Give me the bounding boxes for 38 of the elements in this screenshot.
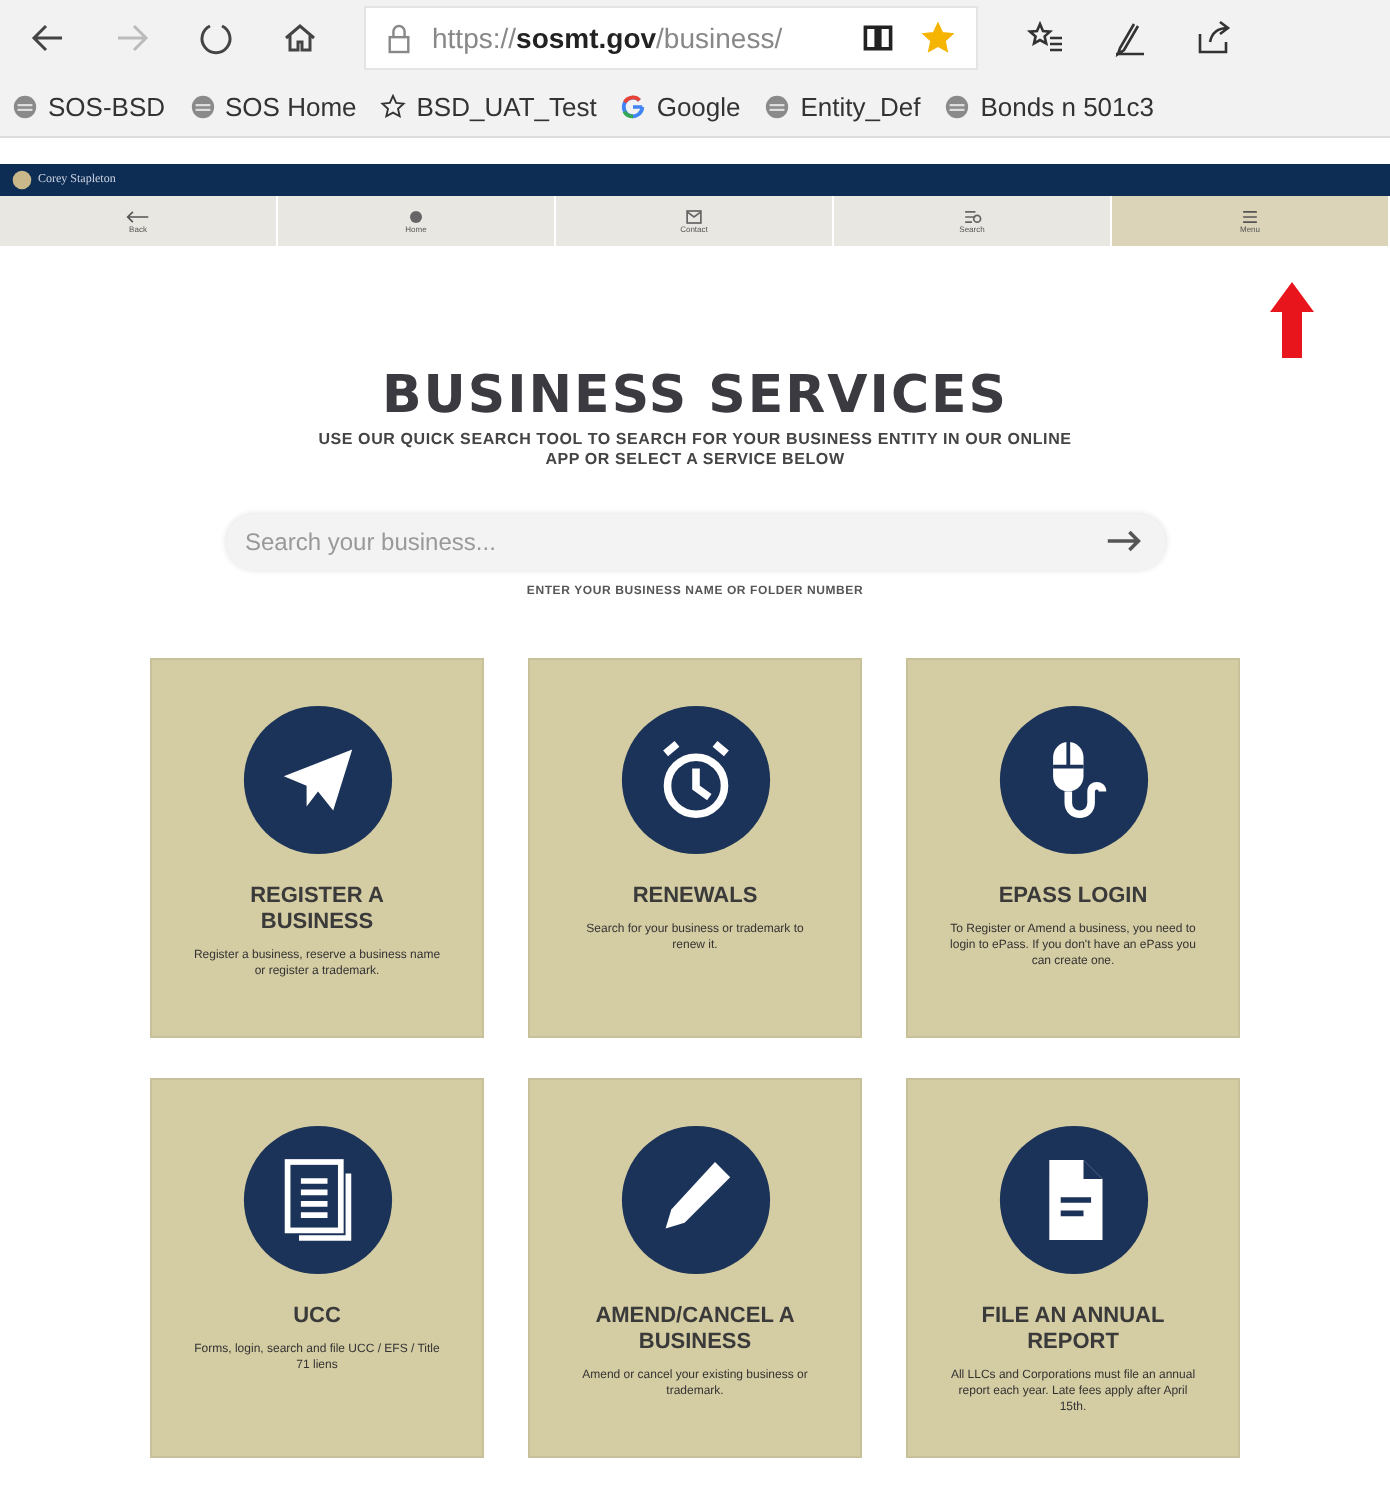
service-title: FILE AN ANNUAL REPORT bbox=[979, 1304, 1167, 1356]
service-title: UCC bbox=[291, 1304, 343, 1330]
arrow-right-icon[interactable] bbox=[1105, 530, 1141, 552]
share-icon[interactable] bbox=[1194, 18, 1234, 58]
reading-view-icon[interactable] bbox=[860, 20, 896, 56]
service-icon bbox=[619, 1124, 771, 1276]
service-icon bbox=[997, 1124, 1149, 1276]
bookmark-item[interactable]: Google bbox=[620, 91, 741, 121]
google-g-icon bbox=[620, 93, 647, 119]
service-icon bbox=[997, 704, 1149, 856]
bookmark-item[interactable]: SOS Home bbox=[189, 91, 357, 121]
menu-icon bbox=[1238, 209, 1262, 223]
bookmark-item[interactable]: Bonds n 501c3 bbox=[944, 91, 1154, 121]
service-title: REGISTER A BUSINESS bbox=[248, 884, 386, 936]
search-field[interactable]: Search your business... bbox=[225, 514, 1165, 570]
seal-icon bbox=[12, 170, 32, 190]
pen-icon[interactable] bbox=[1110, 18, 1150, 58]
service-icon bbox=[241, 1124, 393, 1276]
page-subtitle: USE OUR QUICK SEARCH TOOL TO SEARCH FOR YOUR BUSINESS ENTITY IN OUR ONLINE APP OR SELECT A SERVICE BELOW bbox=[316, 430, 1074, 470]
bookmark-item[interactable]: SOS-BSD bbox=[12, 91, 166, 121]
back-arrow-icon bbox=[126, 209, 150, 223]
service-icon bbox=[241, 704, 393, 856]
bookmark-item[interactable]: BSD_UAT_Test bbox=[380, 91, 597, 121]
bookmark-item[interactable]: Entity_Def bbox=[764, 91, 921, 121]
pointer-arrow-drawing bbox=[1268, 280, 1316, 360]
search-icon bbox=[960, 209, 984, 223]
url-text: https://sosmt.gov/business/ bbox=[432, 22, 785, 54]
service-title: EPASS LOGIN bbox=[996, 884, 1150, 910]
service-title: RENEWALS bbox=[630, 884, 760, 910]
home-icon[interactable] bbox=[280, 18, 320, 58]
service-title: AMEND/CANCEL A BUSINESS bbox=[593, 1304, 797, 1356]
star-icon[interactable] bbox=[920, 20, 956, 56]
lock-icon bbox=[386, 23, 412, 53]
address-bar[interactable]: https://sosmt.gov/business/ bbox=[364, 6, 978, 70]
envelope-icon bbox=[682, 209, 706, 223]
star-icon bbox=[380, 93, 407, 119]
service-icon bbox=[619, 704, 771, 856]
page-title: BUSINESS SERVICES bbox=[381, 366, 1009, 426]
